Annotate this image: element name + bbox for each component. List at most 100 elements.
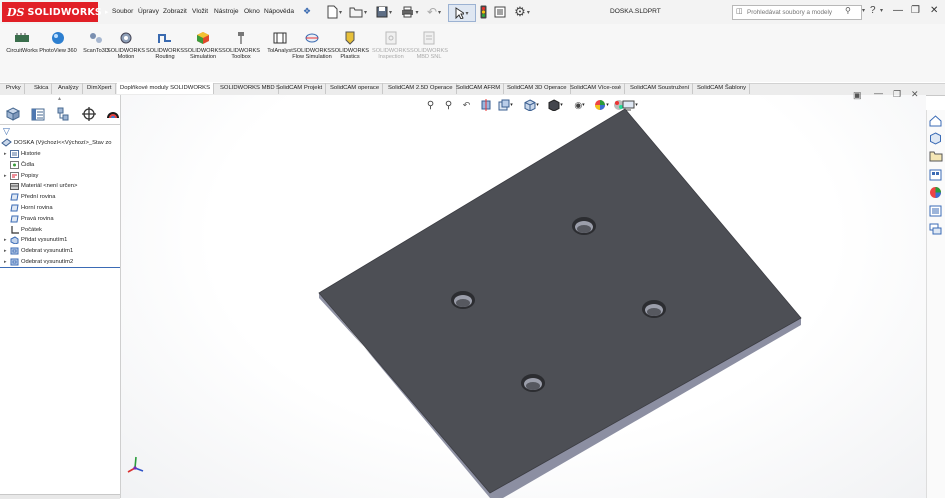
task-pane-forum-button[interactable] — [928, 221, 943, 236]
panel-collapse-icon[interactable]: ▴ — [58, 95, 61, 102]
tab-9[interactable]: SolidCAM 2.5D Operace — [385, 83, 457, 94]
file-properties-button[interactable] — [492, 4, 508, 20]
tree-item[interactable]: Přední rovina — [4, 193, 55, 201]
tree-item[interactable]: ▸ Přidat vysunutím1 — [4, 236, 68, 245]
plane-icon — [10, 215, 19, 223]
solidworks-logo[interactable]: DS SOLIDWORKS ▸ — [2, 2, 108, 22]
tab-6[interactable]: SOLIDWORKS MBD — [217, 83, 279, 94]
minimize-icon[interactable]: — — [893, 5, 903, 16]
ribbon-button-label: SOLIDWORKS MBD SNL — [410, 48, 448, 61]
undo-button[interactable]: ↶ ▾ — [423, 4, 445, 20]
hole-top[interactable] — [572, 217, 596, 235]
tab-7[interactable]: SolidCAM Projekt — [273, 83, 327, 94]
tab-5[interactable]: Doplňkové moduly SOLIDWORKS — [117, 83, 215, 94]
ribbon-button-motion[interactable]: SOLIDWORKS Motion — [104, 30, 148, 60]
tree-item[interactable]: Počátek — [4, 225, 42, 234]
tab-dimxpertmanager[interactable] — [80, 106, 97, 122]
tab-8[interactable]: SolidCAM operace — [327, 83, 384, 94]
close-icon[interactable]: ✕ — [930, 5, 938, 16]
print-button[interactable]: ▾ — [398, 4, 422, 20]
menu-upravy[interactable]: Úpravy — [138, 8, 159, 15]
part-icon — [1, 138, 12, 147]
tab-2[interactable]: Skica — [31, 83, 53, 94]
logo-text: SOLIDWORKS — [27, 6, 102, 18]
part-model[interactable] — [121, 95, 926, 498]
pin-icon[interactable]: ❖ — [303, 6, 311, 17]
view-palette-icon — [929, 169, 942, 180]
search-input[interactable] — [747, 7, 843, 17]
task-pane-appearances-button[interactable] — [928, 185, 943, 200]
tree-item-label: Popisy — [21, 172, 39, 179]
menu-napoveda[interactable]: Nápověda — [264, 8, 294, 15]
ribbon-button-mbd-snl[interactable]: SOLIDWORKS MBD SNL — [407, 30, 451, 60]
forum-icon — [929, 223, 942, 234]
extrude-cut-icon — [10, 258, 19, 266]
dimxpert-icon — [81, 107, 96, 121]
task-pane-file-explorer-button[interactable] — [928, 149, 943, 164]
tab-12[interactable]: SolidCAM Více-osé — [567, 83, 626, 94]
task-pane-custom-properties-button[interactable] — [928, 203, 943, 218]
custom-properties-icon — [929, 205, 942, 216]
hole-right[interactable] — [642, 300, 666, 318]
menu-zobrazit[interactable]: Zobrazit — [163, 8, 187, 15]
tab-14[interactable]: SolidCAM Šablony — [694, 83, 751, 94]
tab-10[interactable]: SolidCAM AFRM — [453, 83, 505, 94]
task-pane-resources-button[interactable] — [928, 131, 943, 146]
annotations-icon — [10, 171, 19, 180]
tree-item[interactable]: ▸ Odebrat vysunutím2 — [4, 258, 73, 266]
open-button[interactable]: ▾ — [346, 4, 370, 20]
tab-4[interactable]: DimXpert — [84, 83, 116, 94]
select-button[interactable]: ▾ — [448, 4, 476, 22]
tab-featuremanager[interactable] — [4, 106, 21, 122]
ds-logo-mark: DS — [7, 5, 25, 19]
tab-11[interactable]: SolidCAM 3D Operace — [504, 83, 571, 94]
search-dropdown-icon[interactable]: ▾ — [862, 7, 865, 14]
open-folder-icon — [349, 7, 363, 18]
tree-item[interactable]: Pravá rovina — [4, 215, 54, 223]
menu-okno[interactable]: Okno — [244, 8, 260, 15]
tab-displaymanager[interactable] — [104, 106, 121, 122]
hole-bottom[interactable] — [521, 374, 545, 392]
tree-item-label: Přidat vysunutím1 — [21, 237, 68, 244]
help-icon[interactable]: ? — [870, 5, 876, 16]
menu-nastroje[interactable]: Nástroje — [214, 8, 239, 15]
ribbon-button-toolbox[interactable]: SOLIDWORKS Toolbox — [219, 30, 263, 60]
save-icon — [376, 6, 388, 18]
filter-icon[interactable]: ▽ — [3, 126, 10, 137]
tree-item-label: Přední rovina — [21, 194, 56, 201]
tree-item[interactable]: ▸ Popisy — [4, 171, 39, 180]
search-icon[interactable]: ⚲ — [845, 6, 851, 15]
hole-left[interactable] — [451, 291, 475, 309]
tab-1[interactable]: Prvky — [3, 83, 25, 94]
undo-icon: ↶ — [426, 5, 438, 19]
tab-propertymanager[interactable] — [29, 106, 46, 122]
tab-configurationmanager[interactable] — [55, 106, 72, 122]
tab-3[interactable]: Analýzy — [55, 83, 83, 94]
tree-item[interactable]: Materiál <není určen> — [4, 182, 77, 191]
plane-icon — [10, 204, 19, 212]
help-dropdown-icon[interactable]: ▾ — [880, 7, 883, 14]
tab-13[interactable]: SolidCAM Soustružení — [627, 83, 694, 94]
restore-icon[interactable]: ❐ — [911, 5, 920, 16]
tree-item[interactable]: ▸ Odebrat vysunutím1 — [4, 247, 73, 255]
save-button[interactable]: ▾ — [372, 4, 396, 20]
ribbon-button-plastics[interactable]: SOLIDWORKS Plastics — [328, 30, 372, 60]
tree-item[interactable]: ▸ Historie — [4, 150, 41, 158]
new-document-icon — [327, 5, 338, 19]
search-box[interactable]: ◫ ⚲ — [732, 5, 862, 20]
rollback-bar[interactable] — [0, 267, 120, 268]
task-pane-home-button[interactable] — [928, 113, 943, 128]
tree-item[interactable]: Horní rovina — [4, 204, 53, 212]
print-icon — [402, 6, 414, 18]
tree-item[interactable]: Čidla — [4, 160, 35, 169]
task-pane-view-palette-button[interactable] — [928, 167, 943, 182]
folder-icon — [929, 151, 942, 162]
menu-vlozit[interactable]: Vložit — [192, 8, 208, 15]
tree-root[interactable]: DOSKA (Výchozí<<Výchozí>_Stav zo — [1, 138, 111, 147]
rebuild-button[interactable] — [476, 4, 490, 20]
options-button[interactable]: ⚙ ▾ — [510, 4, 534, 20]
menu-soubor[interactable]: Soubor — [112, 8, 133, 15]
tree-item-label: Čidla — [21, 161, 35, 168]
home-icon — [929, 114, 942, 126]
new-document-button[interactable]: ▾ — [322, 4, 346, 20]
